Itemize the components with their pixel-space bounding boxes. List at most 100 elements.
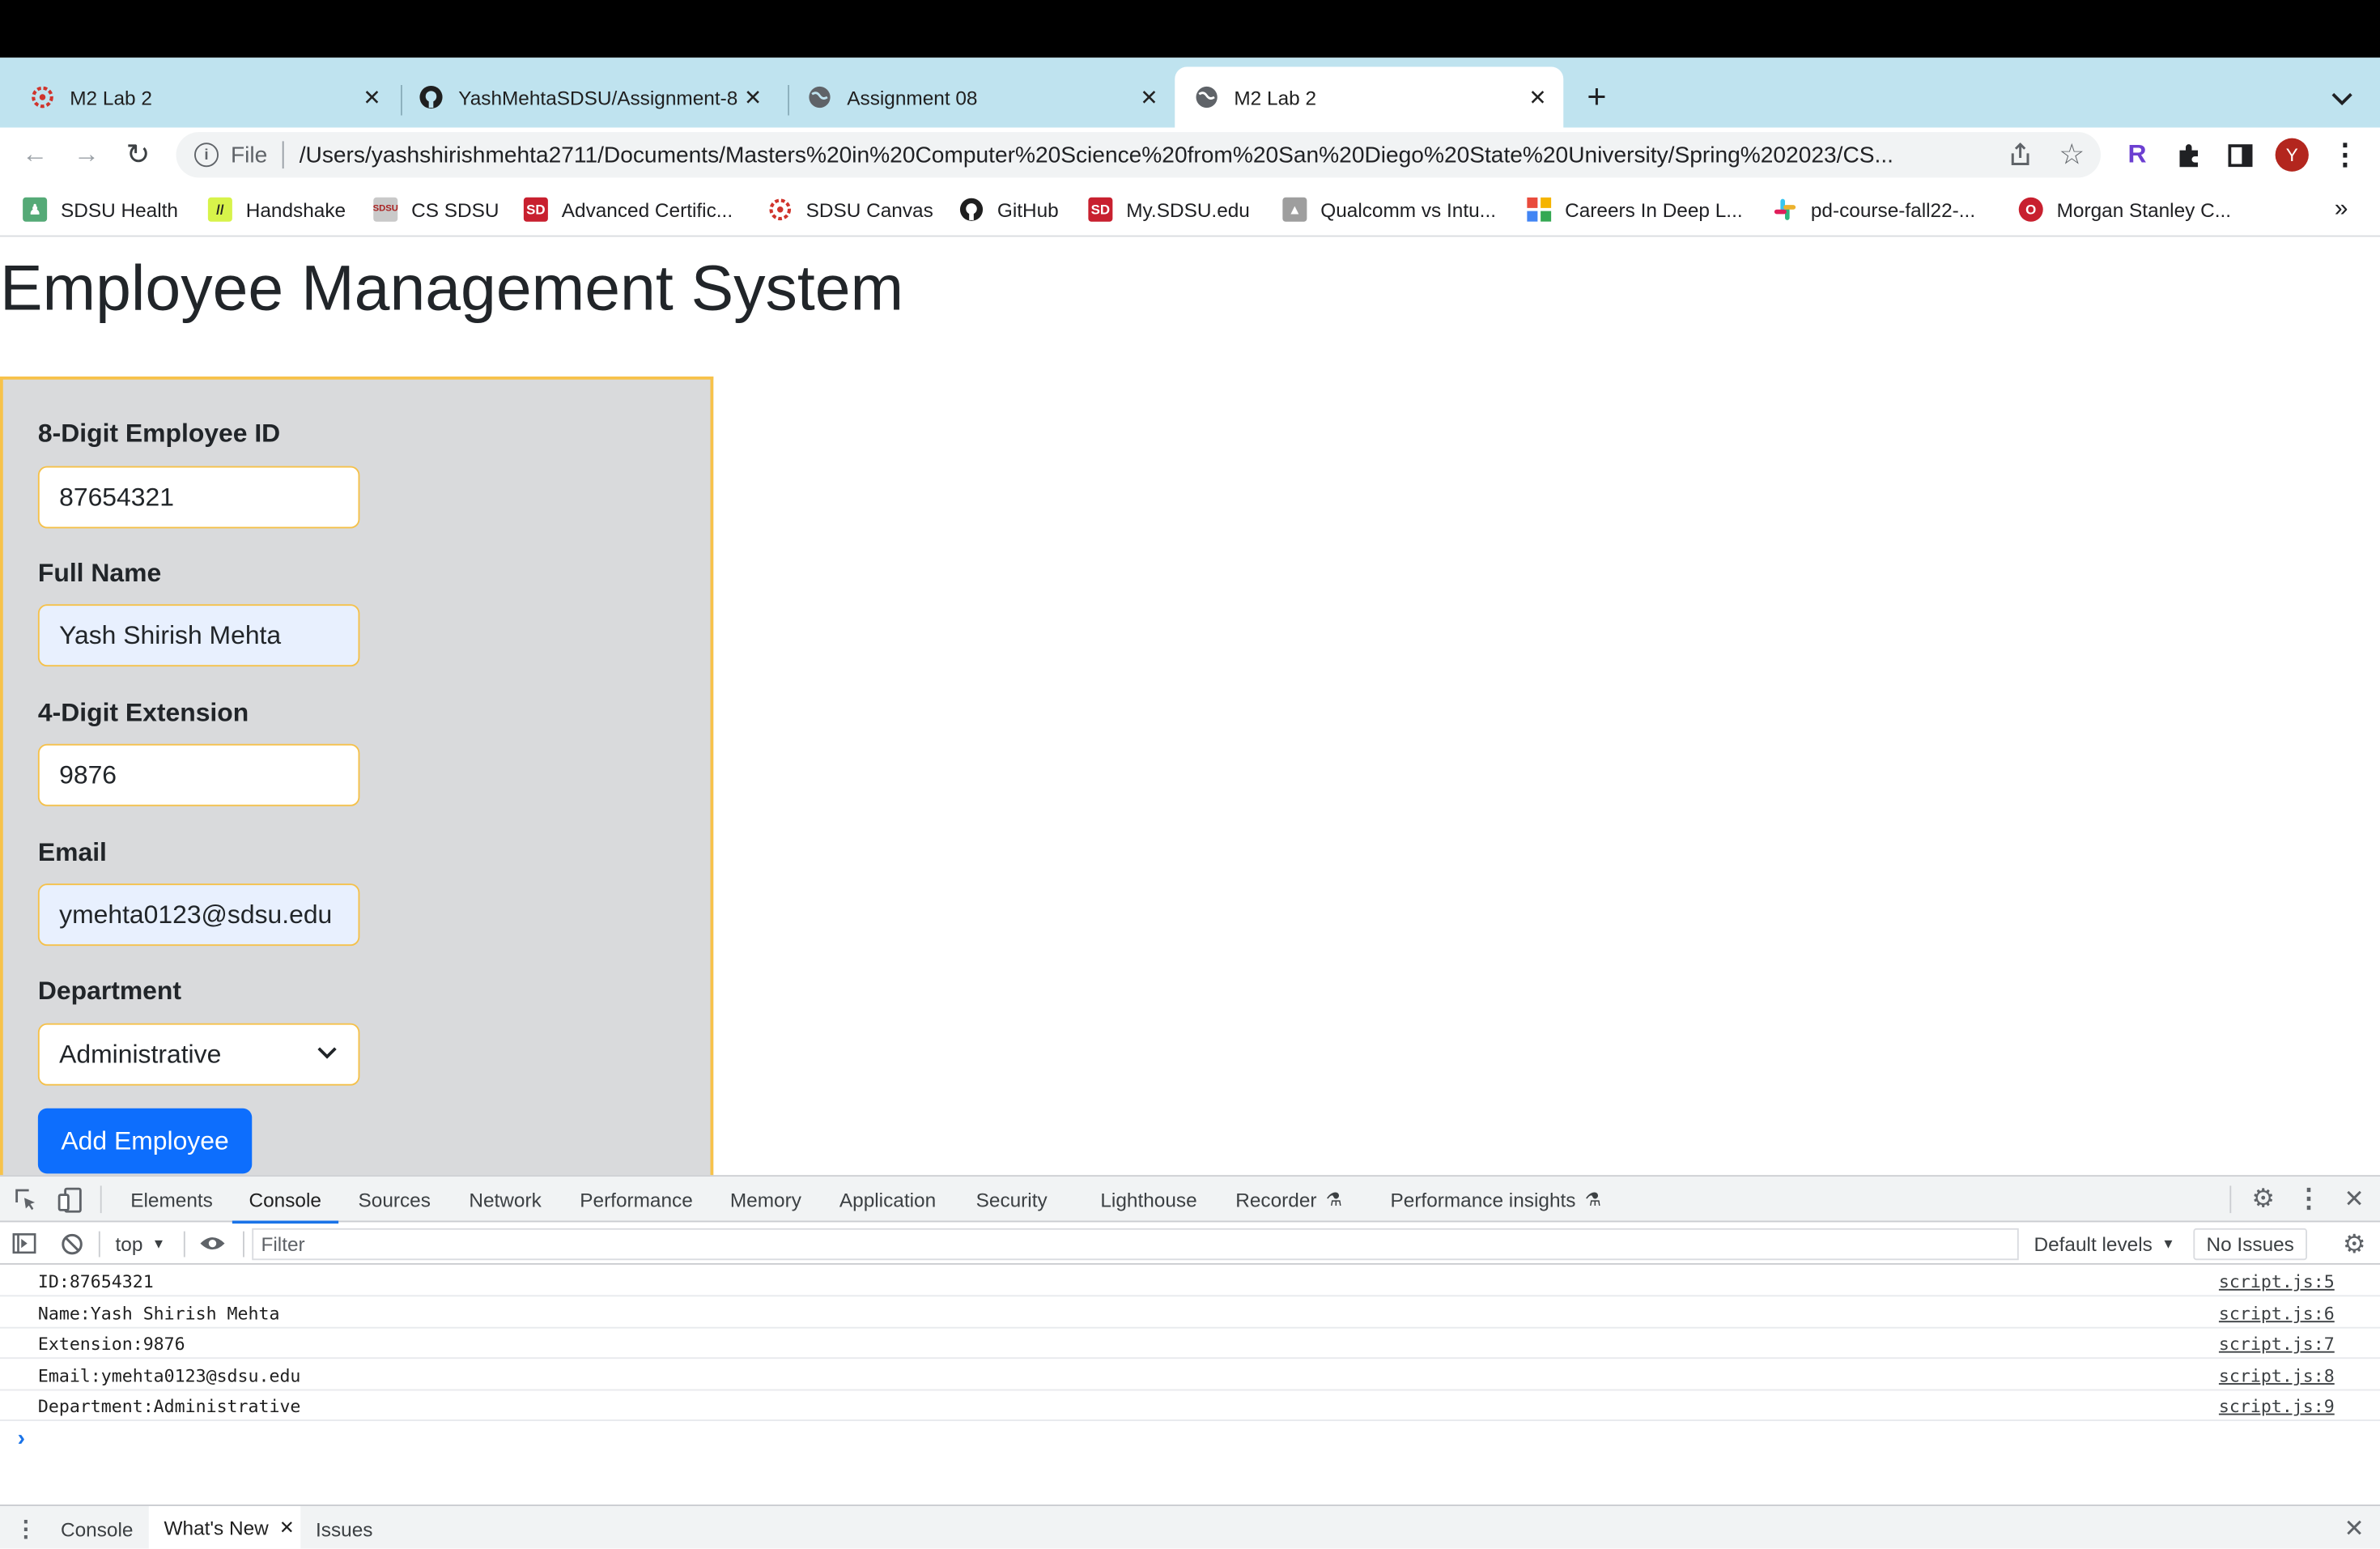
full-name-input[interactable]: Yash Shirish Mehta (37, 604, 360, 667)
tab-security[interactable]: Security (976, 1177, 1048, 1222)
tab-title: M2 Lab 2 (70, 85, 152, 109)
address-bar[interactable]: i File /Users/yashshirishmehta2711/Docum… (176, 132, 2101, 178)
devtools-panel: Elements Console Sources Network Perform… (0, 1175, 2380, 1549)
tab-label: Performance insights (1390, 1188, 1576, 1211)
flask-icon: ⚗ (1584, 1189, 1601, 1211)
bookmark-label: Advanced Certific... (561, 198, 733, 221)
info-icon[interactable]: i (194, 143, 219, 168)
scheme-label: File (231, 142, 268, 168)
log-message: Name:Yash Shirish Mehta (37, 1302, 280, 1324)
tab-m2-lab-2-active[interactable]: M2 Lab 2 ✕ (1175, 66, 1564, 128)
slack-icon (1773, 198, 1797, 222)
settings-gear-icon[interactable]: ⚙ (2248, 1185, 2279, 1215)
inspect-element-icon[interactable] (14, 1187, 38, 1211)
issues-button[interactable]: No Issues (2193, 1228, 2307, 1261)
caret-down-icon: ▼ (2161, 1236, 2175, 1251)
extension-input[interactable]: 9876 (37, 743, 360, 806)
extension-r-icon[interactable]: R (2119, 137, 2156, 173)
bookmark-sdsu-canvas[interactable]: SDSU Canvas (768, 194, 933, 225)
tab-lighthouse[interactable]: Lighthouse (1100, 1177, 1196, 1222)
console-prompt[interactable]: › (12, 1425, 31, 1451)
console-settings-gear-icon[interactable]: ⚙ (2339, 1230, 2369, 1261)
extensions-puzzle-icon[interactable] (2170, 137, 2207, 173)
bookmark-star-icon[interactable]: ☆ (2054, 137, 2090, 173)
tab-m2-lab-2[interactable]: M2 Lab 2 ✕ (0, 67, 397, 128)
tab-elements[interactable]: Elements (130, 1177, 213, 1222)
employee-form: 8-Digit Employee ID 87654321 Full Name Y… (0, 377, 714, 1177)
tab-console[interactable]: Console (232, 1177, 338, 1224)
clear-console-icon[interactable] (59, 1232, 83, 1256)
employee-id-label: 8-Digit Employee ID (37, 419, 281, 449)
bookmark-label: SDSU Health (61, 198, 178, 221)
close-tab-icon[interactable]: ✕ (359, 83, 386, 111)
tab-search-chevron-icon[interactable] (2327, 83, 2357, 114)
log-source-link[interactable]: script.js:7 (2219, 1333, 2335, 1354)
device-toolbar-icon[interactable] (57, 1187, 82, 1213)
reload-icon[interactable]: ↻ (120, 137, 156, 173)
department-select[interactable]: Administrative (37, 1023, 360, 1086)
tab-performance[interactable]: Performance (580, 1177, 693, 1222)
tab-recorder[interactable]: Recorder ⚗ (1235, 1177, 1342, 1222)
bookmark-github[interactable]: GitHub (959, 194, 1059, 225)
log-source-link[interactable]: script.js:8 (2219, 1365, 2335, 1386)
github-icon (959, 198, 984, 222)
department-selected-value: Administrative (59, 1039, 222, 1069)
close-tab-icon[interactable]: ✕ (739, 83, 767, 111)
bookmark-pd-course[interactable]: pd-course-fall22-... (1773, 194, 1975, 225)
new-tab-icon[interactable]: + (1580, 78, 1613, 116)
tab-memory[interactable]: Memory (730, 1177, 801, 1222)
close-tab-icon[interactable]: ✕ (1524, 83, 1552, 111)
bookmark-my-sdsu[interactable]: SD My.SDSU.edu (1088, 194, 1250, 225)
console-log-row: ID:87654321 script.js:5 (0, 1266, 2380, 1297)
side-panel-icon[interactable] (2222, 137, 2259, 173)
log-message: Department:Administrative (37, 1395, 301, 1417)
log-source-link[interactable]: script.js:6 (2219, 1303, 2335, 1324)
drawer-tab-whats-new[interactable]: What's New ✕ (148, 1506, 301, 1549)
more-menu-icon[interactable]: ⋮ (2327, 137, 2363, 173)
close-tab-icon[interactable]: ✕ (1136, 83, 1163, 111)
share-icon[interactable] (2002, 137, 2038, 173)
tab-assignment-08[interactable]: Assignment 08 ✕ (777, 67, 1175, 128)
bookmark-qualcomm[interactable]: ▲ Qualcomm vs Intu... (1282, 194, 1496, 225)
close-devtools-icon[interactable]: ✕ (2339, 1185, 2369, 1215)
tab-network[interactable]: Network (469, 1177, 541, 1222)
add-employee-button[interactable]: Add Employee (37, 1108, 253, 1174)
more-options-icon[interactable]: ⋮ (2293, 1185, 2324, 1215)
console-filter-input[interactable]: Filter (252, 1228, 2019, 1261)
divider (243, 1231, 244, 1257)
bookmark-careers-deep-learning[interactable]: Careers In Deep L... (1527, 194, 1743, 225)
email-input[interactable]: ymehta0123@sdsu.edu (37, 883, 360, 947)
close-drawer-icon[interactable]: ✕ (2339, 1513, 2369, 1544)
bookmark-sdsu-health[interactable]: ♟ SDSU Health (23, 194, 178, 225)
close-tab-icon[interactable]: ✕ (279, 1517, 295, 1538)
context-selector[interactable]: top ▼ (116, 1230, 166, 1257)
bookmark-advanced-certificate[interactable]: SD Advanced Certific... (523, 194, 733, 225)
log-message: ID:87654321 (37, 1270, 154, 1292)
sidebar-toggle-icon[interactable] (12, 1232, 36, 1256)
log-source-link[interactable]: script.js:9 (2219, 1395, 2335, 1416)
bookmark-cs-sdsu[interactable]: SDSU CS SDSU (373, 194, 499, 225)
drawer-tab-console[interactable]: Console (61, 1506, 133, 1549)
employee-id-input[interactable]: 87654321 (37, 466, 360, 529)
globe-icon (1195, 85, 1219, 109)
log-levels-dropdown[interactable]: Default levels ▼ (2034, 1230, 2175, 1257)
tab-performance-insights[interactable]: Performance insights ⚗ (1391, 1177, 1601, 1222)
profile-avatar[interactable]: Y (2274, 137, 2310, 173)
bookmark-label: My.SDSU.edu (1126, 198, 1250, 221)
tab-application[interactable]: Application (839, 1177, 936, 1222)
url-text[interactable]: /Users/yashshirishmehta2711/Documents/Ma… (300, 142, 1984, 168)
log-source-link[interactable]: script.js:5 (2219, 1270, 2335, 1292)
bookmarks-overflow-icon[interactable]: » (2335, 194, 2348, 225)
bookmark-handshake[interactable]: // Handshake (207, 194, 346, 225)
back-icon[interactable]: ← (17, 137, 53, 173)
bookmark-morgan-stanley[interactable]: O Morgan Stanley C... (2018, 194, 2231, 225)
tab-title: Assignment 08 (847, 85, 978, 109)
tab-github-assignment[interactable]: YashMehtaSDSU/Assignment-8 ✕ (389, 67, 786, 128)
drawer-tab-issues[interactable]: Issues (316, 1506, 372, 1549)
forward-icon[interactable]: → (68, 137, 104, 173)
eye-icon[interactable] (198, 1230, 228, 1257)
devtools-tab-bar: Elements Console Sources Network Perform… (0, 1177, 2380, 1224)
drawer-menu-icon[interactable]: ⋮ (14, 1515, 38, 1543)
console-log-row: Email:ymehta0123@sdsu.edu script.js:8 (0, 1360, 2380, 1391)
tab-sources[interactable]: Sources (359, 1177, 431, 1222)
